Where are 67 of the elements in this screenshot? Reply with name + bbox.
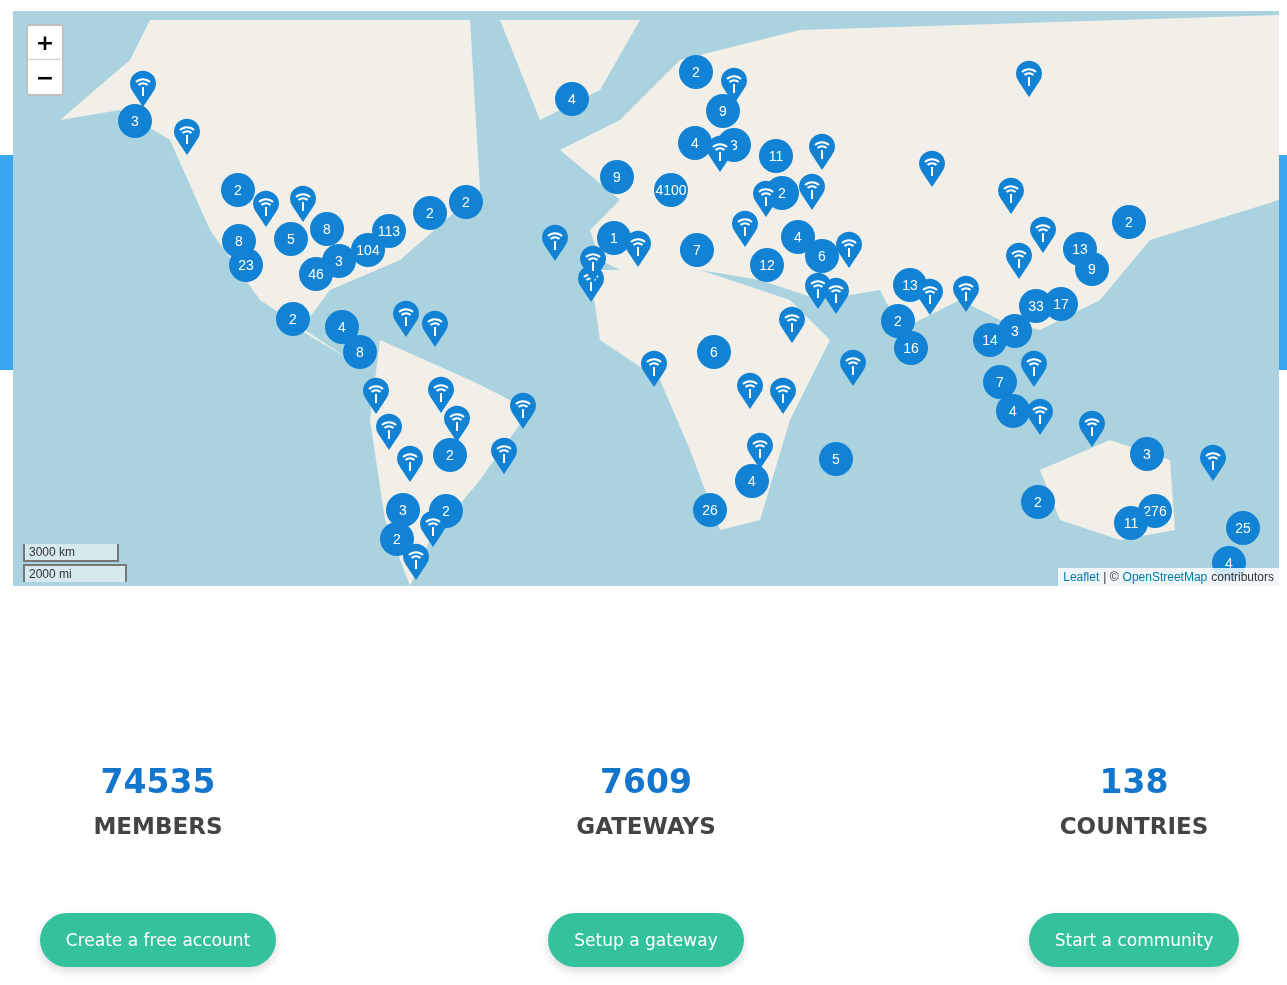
cluster-marker[interactable]: 2 [449,185,483,219]
wifi-pin-icon[interactable] [835,231,863,269]
wifi-pin-icon[interactable] [1026,398,1054,436]
wifi-pin-icon[interactable] [1020,350,1048,388]
wifi-pin-icon[interactable] [375,413,403,451]
wifi-pin-icon[interactable] [624,230,652,268]
wifi-pin-icon[interactable] [731,210,759,248]
wifi-pin-icon[interactable] [839,349,867,387]
action-button[interactable]: Start a community [1028,913,1240,967]
action-button[interactable]: Setup a gateway [548,913,744,967]
wifi-pin-icon[interactable] [579,245,607,283]
wifi-pin-icon[interactable] [443,405,471,443]
cluster-marker[interactable]: 4 [996,394,1030,428]
stat-value: 7609 [600,762,692,801]
wifi-pin-icon[interactable] [916,278,944,316]
wifi-pin-icon[interactable] [736,372,764,410]
stat-label: MEMBERS [93,813,223,839]
wifi-pin-icon[interactable] [396,445,424,483]
wifi-pin-icon[interactable] [362,377,390,415]
wifi-pin-icon[interactable] [173,118,201,156]
wifi-pin-icon[interactable] [252,190,280,228]
wifi-pin-icon[interactable] [822,277,850,315]
wifi-pin-icon[interactable] [952,275,980,313]
scale-bar: 2000 mi [23,564,127,582]
wifi-pin-icon[interactable] [752,180,780,218]
cluster-marker[interactable]: 25 [1226,511,1260,545]
wifi-pin-icon[interactable] [798,173,826,211]
stat-label: GATEWAYS [576,813,716,839]
wifi-pin-icon[interactable] [289,185,317,223]
wifi-pin-icon[interactable] [490,437,518,475]
cluster-marker[interactable]: 16 [894,331,928,365]
wifi-pin-icon[interactable] [1005,242,1033,280]
cluster-marker[interactable]: 2 [1021,485,1055,519]
scale-bar: 3000 km [23,544,119,562]
stat-label: COUNTRIES [1059,813,1209,839]
wifi-pin-icon[interactable] [541,224,569,262]
wifi-pin-icon[interactable] [129,70,157,108]
copyright-text: | © [1103,570,1119,584]
cluster-marker[interactable]: 3 [1130,437,1164,471]
openstreetmap-link[interactable]: OpenStreetMap [1122,570,1208,584]
cluster-marker[interactable]: 3 [118,104,152,138]
zoom-in-button[interactable]: + [28,26,62,60]
wifi-pin-icon[interactable] [808,133,836,171]
wifi-pin-icon[interactable] [402,543,430,581]
leaflet-link[interactable]: Leaflet [1063,570,1100,584]
stat-value: 74535 [100,762,216,801]
cluster-marker[interactable]: 8 [343,335,377,369]
action-button[interactable]: Create a free account [39,913,277,967]
wifi-pin-icon[interactable] [509,392,537,430]
wifi-pin-icon[interactable] [997,177,1025,215]
wifi-pin-icon[interactable] [427,376,455,414]
wifi-pin-icon[interactable] [421,310,449,348]
wifi-pin-icon[interactable] [918,150,946,188]
wifi-pin-icon[interactable] [640,350,668,388]
wifi-pin-icon[interactable] [778,306,806,344]
stat-value: 138 [1099,762,1169,801]
wifi-pin-icon[interactable] [769,377,797,415]
wifi-pin-icon[interactable] [392,300,420,338]
wifi-pin-icon[interactable] [1199,444,1227,482]
wifi-pin-icon[interactable] [1029,216,1057,254]
cluster-marker[interactable]: 4 [325,310,359,344]
cluster-marker[interactable]: 26 [693,493,727,527]
cluster-marker[interactable]: 5 [819,442,853,476]
cluster-marker[interactable]: 7 [983,365,1017,399]
wifi-pin-icon[interactable] [746,432,774,470]
wifi-pin-icon[interactable] [1078,410,1106,448]
wifi-pin-icon[interactable] [1015,60,1043,98]
